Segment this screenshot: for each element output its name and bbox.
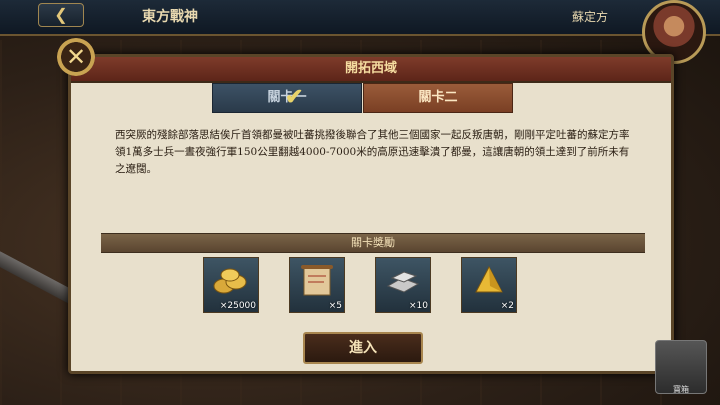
reward-count: ×5	[328, 301, 342, 311]
reward-item-pyramid[interactable]: ×2	[461, 257, 517, 313]
top-title: 東方戰神	[142, 9, 198, 25]
reward-count: ×2	[500, 301, 514, 311]
reward-item-scroll[interactable]: ×5	[289, 257, 345, 313]
tab-label: 關卡二	[418, 90, 458, 105]
dialog-title: 開拓西域	[344, 61, 397, 76]
stage-dialog: 開拓西域 關卡一 ✔ 關卡二 西突厥的殘餘部落思結俟斤首領都曼被吐蕃挑撥後聯合了…	[68, 54, 674, 374]
rewards-list: ×25000 ×5 ×10 ×2	[203, 257, 543, 313]
reward-count: ×25000	[219, 301, 256, 311]
reward-count: ×10	[409, 301, 428, 311]
enter-button[interactable]: 進入	[303, 332, 423, 364]
rewards-band: 關卡獎勵	[101, 233, 645, 253]
tab-stage-2[interactable]: 關卡二	[363, 83, 513, 113]
rewards-title: 關卡獎勵	[351, 236, 395, 249]
general-name-label: 蘇定方	[571, 10, 608, 24]
treasure-chest-button[interactable]: 寶箱	[655, 340, 707, 394]
dialog-header: 開拓西域	[71, 57, 671, 83]
chest-label: 寶箱	[673, 385, 689, 394]
stage-description: 西突厥的殘餘部落思結俟斤首領都曼被吐蕃挑撥後聯合了其他三個國家一起反叛唐朝，剛剛…	[115, 129, 630, 175]
top-bar: ❮ 東方戰神 蘇定方	[0, 0, 720, 36]
scroll-map-icon	[301, 265, 333, 296]
checkmark-icon: ✔	[285, 84, 304, 110]
reward-item-silver[interactable]: ×10	[375, 257, 431, 313]
silver-ingot-icon	[386, 271, 420, 293]
gold-coins-icon	[213, 268, 247, 294]
gold-pyramid-icon	[475, 265, 503, 293]
close-icon: ✕	[65, 43, 87, 71]
close-button[interactable]: ✕	[57, 38, 95, 76]
back-button[interactable]: ❮	[38, 3, 84, 27]
arrow-left-icon: ❮	[54, 5, 68, 24]
reward-item-gold[interactable]: ×25000	[203, 257, 259, 313]
tab-stage-1[interactable]: 關卡一 ✔	[212, 83, 362, 113]
